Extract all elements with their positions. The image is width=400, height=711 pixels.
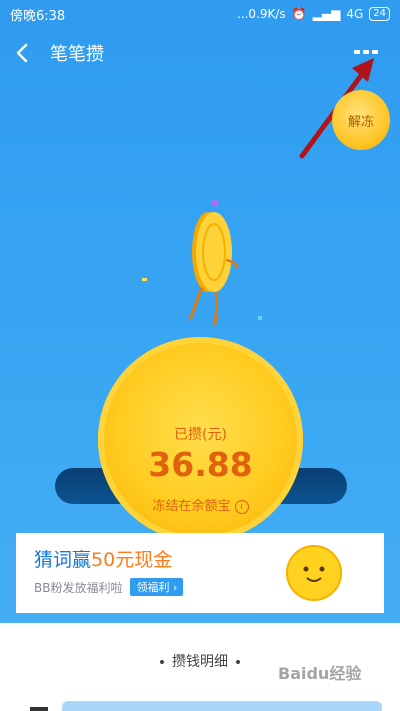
signal-icon: ▂▄▆ <box>312 7 341 21</box>
section-title-text: 攒钱明细 <box>172 654 228 670</box>
savings-label: 已攒(元) <box>174 427 227 443</box>
more-dot <box>354 50 360 54</box>
more-dot <box>363 50 369 54</box>
claim-benefit-button[interactable]: 领福利 › <box>130 578 184 596</box>
back-button[interactable] <box>0 28 44 78</box>
title-dot <box>236 660 240 664</box>
network-speed: ...0.9K/s <box>236 7 286 21</box>
banner-subtitle-text: BB粉发放福利啦 <box>34 580 123 595</box>
page-title: 笔笔攒 <box>50 44 104 65</box>
confetti-piece <box>210 198 220 208</box>
alarm-icon: ⏰ <box>291 7 307 21</box>
more-dot <box>372 50 378 54</box>
banner-title: 猜词赢50元现金 <box>34 545 183 572</box>
status-indicators: ...0.9K/s ⏰ ▂▄▆ 4G 24 <box>237 7 390 21</box>
title-dot <box>160 660 164 664</box>
promo-banner[interactable]: 猜词赢50元现金 BB粉发放福利啦 领福利 › <box>16 533 384 613</box>
smiley-face-icon <box>286 545 342 601</box>
confetti-piece <box>258 316 262 320</box>
banner-title-prefix: 猜词赢 <box>34 549 92 571</box>
banner-subtitle: BB粉发放福利啦 领福利 › <box>34 578 184 596</box>
banner-title-highlight: 50元现金 <box>91 549 173 571</box>
network-type: 4G <box>346 7 364 21</box>
watermark: Baidu经验 <box>278 664 362 683</box>
frozen-note-text: 冻结在余额宝 <box>152 499 231 514</box>
frozen-note: 冻结在余额宝 i <box>98 495 303 514</box>
battery-icon: 24 <box>369 7 390 21</box>
savings-amount: 36.88 <box>148 445 253 484</box>
unfreeze-label: 解冻 <box>347 114 374 130</box>
status-bar: 傍晚6:38 ...0.9K/s ⏰ ▂▄▆ 4G 24 <box>0 0 400 28</box>
coin-mascot-icon <box>188 212 240 327</box>
status-time: 傍晚6:38 <box>10 8 66 24</box>
banner-text: 猜词赢50元现金 BB粉发放福利啦 领福利 › <box>16 533 184 613</box>
savings-coin: 已攒(元) 36.88 冻结在余额宝 i <box>98 337 303 542</box>
unfreeze-button[interactable]: 解冻 <box>332 90 390 150</box>
hero-area: 笔笔攒 解冻 已攒(元) 36.88 冻结在余额宝 i 猜词赢50元现金 BB粉… <box>0 28 400 623</box>
confetti-piece <box>142 278 147 281</box>
info-icon[interactable]: i <box>234 499 249 514</box>
chevron-left-icon <box>16 43 28 63</box>
detail-row[interactable] <box>62 701 382 711</box>
row-label-stub <box>30 707 48 711</box>
